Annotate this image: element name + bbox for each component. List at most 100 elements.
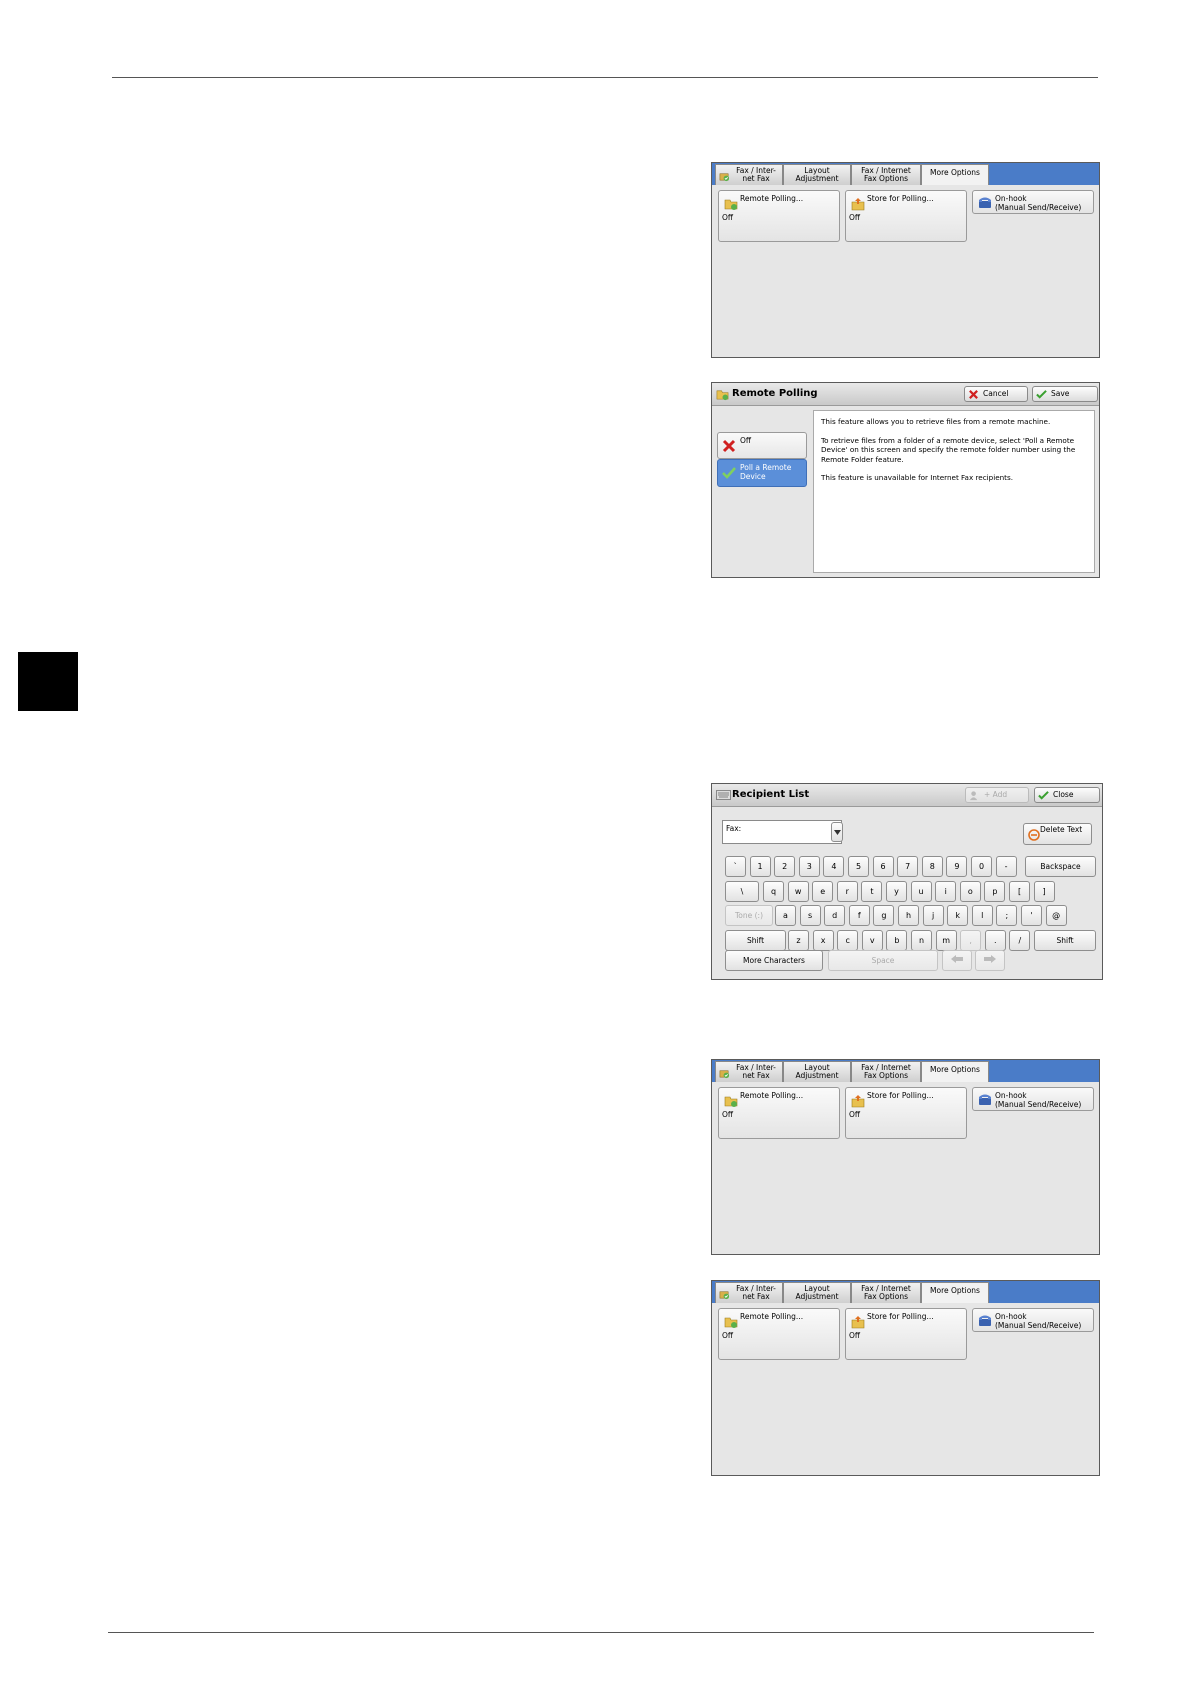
key-row2-6[interactable]: t xyxy=(861,881,883,902)
cursor-right-key[interactable] xyxy=(975,950,1005,971)
store-for-polling-button[interactable]: Store for Polling... Off xyxy=(845,1308,967,1360)
key-row3-3[interactable]: d xyxy=(824,905,846,926)
cursor-left-key[interactable] xyxy=(942,950,972,971)
key-row2-4[interactable]: e xyxy=(812,881,834,902)
remote-polling-button[interactable]: Remote Polling... Off xyxy=(718,190,840,242)
tab-fax-internet-fax[interactable]: Fax / Inter- net Fax xyxy=(715,1282,783,1303)
tone-key[interactable]: Tone (:) xyxy=(725,905,773,926)
delete-text-label: Delete Text xyxy=(1040,825,1083,834)
key-5[interactable]: 4 xyxy=(823,856,845,877)
key-2[interactable]: 1 xyxy=(749,856,771,877)
key-row4-5[interactable]: b xyxy=(886,930,908,951)
tab-layout-adjustment[interactable]: Layout Adjustment xyxy=(783,1282,851,1303)
key-row2-10[interactable]: o xyxy=(959,881,981,902)
key-row3-12[interactable]: @ xyxy=(1045,905,1067,926)
key-row2-12[interactable]: [ xyxy=(1009,881,1030,902)
key-row3-8[interactable]: k xyxy=(947,905,969,926)
tab-more-options[interactable]: More Options xyxy=(921,1061,989,1082)
remote-polling-label: Remote Polling... xyxy=(740,1091,804,1100)
key-row3-9[interactable]: l xyxy=(971,905,993,926)
key-row2-1[interactable]: \ xyxy=(725,881,759,902)
tab-fax-options[interactable]: Fax / Internet Fax Options xyxy=(851,1061,921,1082)
tab-fax-options[interactable]: Fax / Internet Fax Options xyxy=(851,1282,921,1303)
tab-layout-adjustment[interactable]: Layout Adjustment xyxy=(783,164,851,185)
key-row2-8[interactable]: u xyxy=(910,881,932,902)
key-row3-2[interactable]: s xyxy=(799,905,821,926)
on-hook-button[interactable]: On-hook (Manual Send/Receive) xyxy=(972,1308,1094,1332)
key-row3-10[interactable]: ; xyxy=(996,905,1018,926)
store-for-polling-button[interactable]: Store for Polling... Off xyxy=(845,190,967,242)
tab-more-options[interactable]: More Options xyxy=(921,1282,989,1303)
fax-number-input[interactable]: Fax: xyxy=(722,820,842,844)
close-button[interactable]: Close xyxy=(1034,787,1100,803)
key-row4-6[interactable]: n xyxy=(911,930,932,951)
delete-text-button[interactable]: Delete Text xyxy=(1023,823,1092,845)
key-row4-8[interactable]: , xyxy=(960,930,982,951)
on-hook-button[interactable]: On-hook (Manual Send/Receive) xyxy=(972,190,1094,214)
key-label: 0 xyxy=(978,862,985,871)
remote-polling-button[interactable]: Remote Polling... Off xyxy=(718,1087,840,1139)
shift-right-key[interactable]: Shift xyxy=(1034,930,1096,951)
key-row4-2[interactable]: x xyxy=(812,930,834,951)
key-row2-5[interactable]: r xyxy=(836,881,858,902)
key-10[interactable]: 9 xyxy=(946,856,968,877)
key-9[interactable]: 8 xyxy=(921,856,943,877)
key-7[interactable]: 6 xyxy=(872,856,894,877)
backspace-key[interactable]: Backspace xyxy=(1025,856,1096,877)
key-row3-5[interactable]: g xyxy=(873,905,895,926)
key-row4-9[interactable]: . xyxy=(984,930,1006,951)
key-row4-1[interactable]: z xyxy=(788,930,809,951)
key-label: f xyxy=(857,911,861,920)
space-key[interactable]: Space xyxy=(828,950,938,971)
shift-left-key[interactable]: Shift xyxy=(725,930,786,951)
key-row2-3[interactable]: w xyxy=(787,881,809,902)
store-for-polling-button[interactable]: Store for Polling... Off xyxy=(845,1087,967,1139)
key-6[interactable]: 5 xyxy=(848,856,869,877)
tab-layout-adjustment[interactable]: Layout Adjustment xyxy=(783,1061,851,1082)
remote-polling-label: Remote Polling... xyxy=(740,1312,804,1321)
on-hook-button[interactable]: On-hook (Manual Send/Receive) xyxy=(972,1087,1094,1111)
key-8[interactable]: 7 xyxy=(897,856,919,877)
save-button[interactable]: Save xyxy=(1032,386,1098,402)
field-dropdown-button[interactable] xyxy=(831,822,843,842)
key-label: @ xyxy=(1052,911,1061,920)
key-row4-3[interactable]: c xyxy=(837,930,859,951)
key-11[interactable]: 0 xyxy=(971,856,992,877)
key-4[interactable]: 3 xyxy=(798,856,820,877)
key-row2-2[interactable]: q xyxy=(763,881,784,902)
key-12[interactable]: - xyxy=(995,856,1017,877)
key-row2-13[interactable]: ] xyxy=(1033,881,1055,902)
tab-fax-internet-fax[interactable]: Fax / Inter- net Fax xyxy=(715,164,783,185)
key-row2-11[interactable]: p xyxy=(984,881,1006,902)
remote-polling-header: Remote Polling Cancel Save xyxy=(712,383,1099,406)
key-row4-10[interactable]: / xyxy=(1009,930,1031,951)
store-for-polling-value: Off xyxy=(849,213,861,222)
key-label: 6 xyxy=(880,862,886,871)
key-row4-7[interactable]: m xyxy=(935,930,957,951)
key-row2-7[interactable]: y xyxy=(886,881,907,902)
key-label: ] xyxy=(1042,887,1046,896)
key-row4-4[interactable]: v xyxy=(861,930,883,951)
add-button[interactable]: + Add xyxy=(965,787,1029,803)
key-row2-9[interactable]: i xyxy=(935,881,957,902)
option-off[interactable]: Off xyxy=(717,432,807,459)
more-characters-button[interactable]: More Characters xyxy=(725,950,823,971)
option-poll-a-remote-device[interactable]: Poll a Remote Device xyxy=(717,459,807,487)
key-row3-6[interactable]: h xyxy=(898,905,919,926)
key-row3-1[interactable]: a xyxy=(775,905,796,926)
store-for-polling-label: Store for Polling... xyxy=(867,1091,934,1100)
key-label: 9 xyxy=(954,862,960,871)
tab-label: Fax / Internet Fax Options xyxy=(861,166,911,183)
on-hook-label: On-hook (Manual Send/Receive) xyxy=(995,194,1082,212)
remote-polling-button[interactable]: Remote Polling... Off xyxy=(718,1308,840,1360)
key-1[interactable]: ` xyxy=(725,856,746,877)
tab-more-options[interactable]: More Options xyxy=(921,164,989,185)
key-3[interactable]: 2 xyxy=(774,856,796,877)
key-row3-7[interactable]: j xyxy=(922,905,944,926)
cancel-button[interactable]: Cancel xyxy=(964,386,1028,402)
tab-fax-internet-fax[interactable]: Fax / Inter- net Fax xyxy=(715,1061,783,1082)
tab-fax-options[interactable]: Fax / Internet Fax Options xyxy=(851,164,921,185)
tab-label: Layout Adjustment xyxy=(795,1063,839,1080)
key-row3-11[interactable]: ' xyxy=(1021,905,1042,926)
key-row3-4[interactable]: f xyxy=(848,905,870,926)
